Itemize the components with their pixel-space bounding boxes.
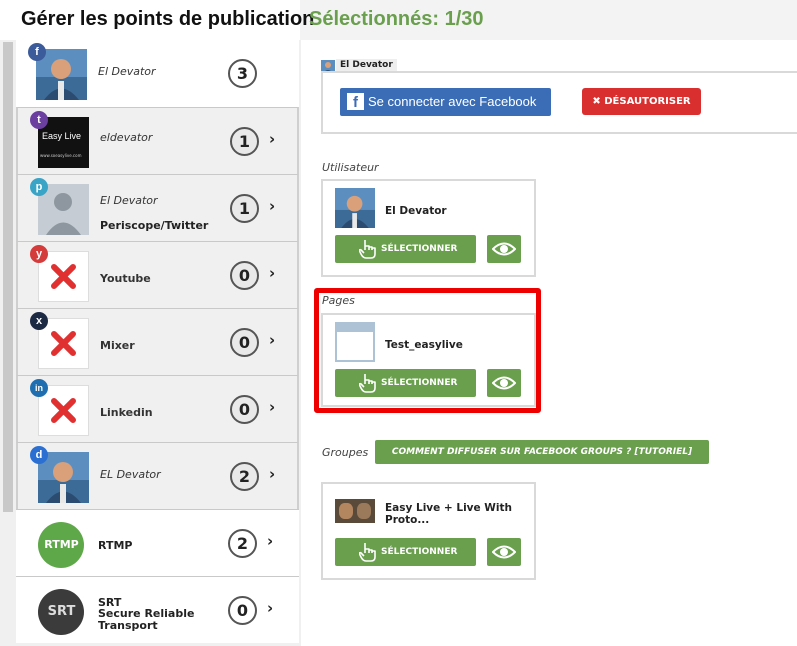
chevron-right-icon: › (269, 331, 276, 349)
group-thumbnail (335, 499, 375, 523)
destination-count: 1 (230, 194, 259, 223)
sidebar-item-sublabel: Periscope/Twitter (100, 219, 209, 232)
destination-count: 0 (228, 596, 257, 625)
sidebar-item-sublabel: Secure Reliable Transport (98, 607, 195, 632)
close-icon: ✖ (592, 96, 605, 107)
sidebar-item-label: Linkedin (100, 406, 153, 419)
sidebar-item-label: eldevator (100, 131, 153, 144)
destination-count: 0 (230, 328, 259, 357)
srt-logo-text: SRT (47, 604, 76, 619)
groups-tutorial-button[interactable]: COMMENT DIFFUSER SUR FACEBOOK GROUPS ? [… (375, 440, 709, 464)
deauthorize-button[interactable]: ✖ DÉSAUTORISER (582, 88, 701, 115)
sidebar-item-label: El Devator (100, 194, 158, 207)
chevron-right-icon: › (267, 532, 274, 550)
chevron-right-icon: › (269, 398, 276, 416)
sidebar-item-dailymotion[interactable]: d EL Devator 2 › (16, 442, 299, 509)
linkedin-icon: in (30, 379, 48, 397)
facebook-icon: f (28, 43, 46, 61)
group-thumbnail-person (357, 503, 371, 519)
destination-count: 0 (230, 261, 259, 290)
rtmp-logo-text: RTMP (44, 538, 79, 551)
sidebar-item-label: RTMP (98, 539, 133, 552)
chevron-right-icon: › (269, 130, 276, 148)
sidebar-item-twitch[interactable]: Easy Live www.soeasylive.com t eldevator… (16, 107, 299, 174)
twitch-icon: t (30, 111, 48, 129)
select-label: SÉLECTIONNER (381, 547, 458, 557)
youtube-icon: y (30, 245, 48, 263)
facebook-icon: f (347, 93, 364, 111)
preview-user-button[interactable] (487, 235, 521, 263)
sidebar-item-facebook[interactable]: f El Devator 3 (16, 40, 299, 107)
sidebar-item-label: El Devator (98, 65, 156, 78)
srt-logo-icon: SRT (36, 586, 87, 637)
select-label: SÉLECTIONNER (381, 244, 458, 254)
pointer-hand-icon (359, 543, 376, 562)
app-root: Gérer les points de publication Sélectio… (0, 0, 797, 646)
group-thumbnail-person (339, 503, 353, 519)
deauthorize-label: DÉSAUTORISER (604, 96, 691, 107)
sidebar-item-periscope[interactable]: p El Devator Periscope/Twitter 1 › (16, 174, 299, 241)
sidebar-scrollbar[interactable] (3, 42, 13, 512)
account-label: El Devator (336, 59, 397, 71)
sidebar-item-youtube[interactable]: y Youtube 0 › (16, 241, 299, 308)
facebook-connect-label: Se connecter avec Facebook (368, 94, 537, 109)
sidebar-item-label: EL Devator (100, 468, 161, 481)
highlight-box (314, 288, 541, 413)
rtmp-logo-icon: RTMP (36, 519, 87, 570)
sidebar-item-mixer[interactable]: x Mixer 0 › (16, 308, 299, 375)
chevron-right-icon: › (267, 599, 274, 617)
select-user-button[interactable]: SÉLECTIONNER (335, 235, 476, 263)
dailymotion-icon: d (30, 446, 48, 464)
easylive-url-text: www.soeasylive.com (40, 153, 82, 158)
user-name: El Devator (385, 205, 447, 217)
eye-icon (492, 242, 516, 256)
destination-count: 1 (230, 127, 259, 156)
easylive-logo-text: Easy Live (42, 131, 82, 141)
avatar (335, 188, 375, 228)
group-name: Easy Live + Live With Proto... (385, 502, 512, 526)
destination-count: 0 (230, 395, 259, 424)
section-label-user: Utilisateur (322, 161, 379, 174)
destination-count: 2 (230, 462, 259, 491)
mixer-icon: x (30, 312, 48, 330)
sidebar-item-label: Mixer (100, 339, 135, 352)
chevron-right-icon: › (269, 264, 276, 282)
facebook-connect-button[interactable]: f Se connecter avec Facebook (340, 88, 551, 116)
sidebar-item-srt[interactable]: SRT SRT Secure Reliable Transport 0 › (16, 576, 299, 643)
chevron-right-icon: › (269, 197, 276, 215)
selected-counter: Sélectionnés: 1/30 (309, 8, 484, 30)
sidebar-item-label: Youtube (100, 272, 151, 285)
section-label-groups: Groupes (322, 446, 369, 459)
select-group-button[interactable]: SÉLECTIONNER (335, 538, 476, 566)
eye-icon (492, 545, 516, 559)
preview-group-button[interactable] (487, 538, 521, 566)
pointer-hand-icon (359, 240, 376, 259)
periscope-icon: p (30, 178, 48, 196)
destination-count: 3 (228, 59, 257, 88)
account-avatar (321, 58, 335, 73)
chevron-right-icon: › (269, 465, 276, 483)
sidebar-item-linkedin[interactable]: in Linkedin 0 › (16, 375, 299, 442)
page-title: Gérer les points de publication (21, 8, 315, 30)
destination-count: 2 (228, 529, 257, 558)
sidebar-item-rtmp[interactable]: RTMP RTMP 2 › (16, 509, 299, 576)
sidebar: f El Devator 3 Easy Live www.soeasylive.… (0, 40, 301, 646)
